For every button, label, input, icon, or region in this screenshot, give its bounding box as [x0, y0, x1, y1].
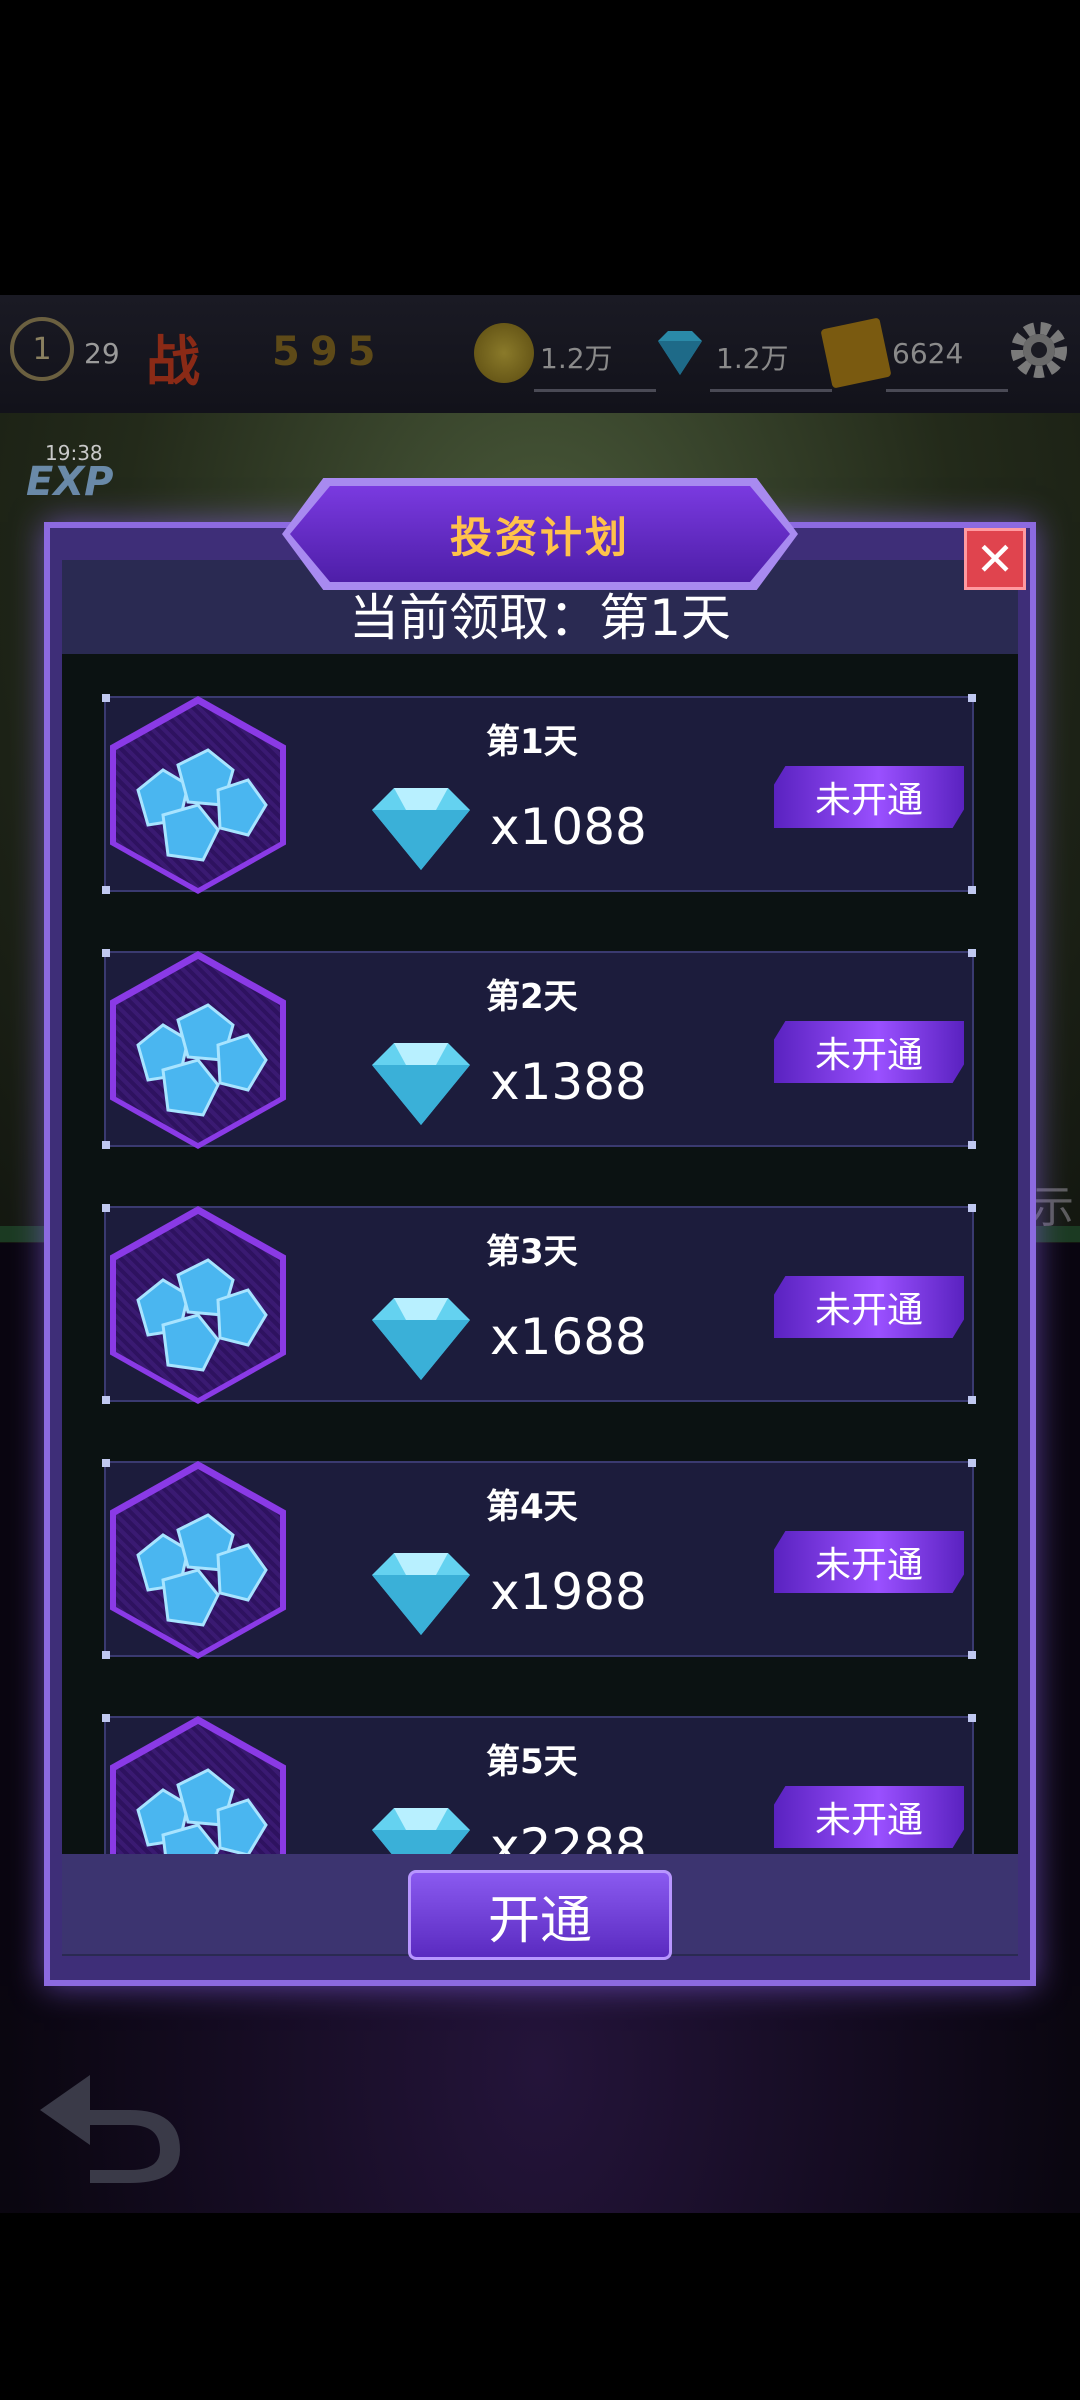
day-label: 第5天 [486, 1742, 578, 1782]
reward-amount: x1088 [490, 798, 647, 856]
diamond-icon [372, 1553, 470, 1635]
gem-pile-icon [136, 748, 268, 862]
back-arrow-icon[interactable] [30, 2055, 190, 2185]
current-claim-label: 当前领取：第1天 [349, 589, 731, 647]
exp-icon[interactable]: EXP [26, 459, 113, 505]
cash-icon [820, 317, 892, 389]
reward-card: 第3天 x1688 未开通 [102, 1204, 976, 1404]
diamond-icon [372, 1043, 470, 1125]
corner-dot [102, 1204, 110, 1212]
corner-dot [968, 886, 976, 894]
battle-power-value: 595 [272, 329, 386, 375]
corner-dot [102, 694, 110, 702]
reward-list[interactable]: 第1天 x1088 未开通 第2天 x1388 未开通 第3天 x1688 未开… [62, 654, 1018, 1854]
corner-dot [102, 1714, 110, 1722]
reward-amount: x1988 [490, 1563, 647, 1621]
day-label: 第3天 [486, 1232, 578, 1272]
coin-icon [474, 323, 534, 383]
diamond-icon [658, 331, 702, 375]
corner-dot [102, 1651, 110, 1659]
corner-dot [102, 1141, 110, 1149]
reward-card: 第2天 x1388 未开通 [102, 949, 976, 1149]
reward-card: 第1天 x1088 未开通 [102, 694, 976, 894]
corner-dot [968, 1141, 976, 1149]
day-label: 第1天 [486, 722, 578, 762]
corner-dot [968, 1459, 976, 1467]
corner-dot [102, 886, 110, 894]
gem-pile-icon [136, 1513, 268, 1627]
corner-dot [968, 1204, 976, 1212]
corner-dot [102, 1459, 110, 1467]
corner-dot [102, 1396, 110, 1404]
reward-amount: x1688 [490, 1308, 647, 1366]
corner-dot [968, 1714, 976, 1722]
reward-amount: x2288 [490, 1818, 647, 1854]
diamond-icon [372, 788, 470, 870]
gear-icon[interactable] [1004, 315, 1074, 385]
day-label: 第2天 [486, 977, 578, 1017]
corner-dot [968, 1396, 976, 1404]
gem-pile-icon [136, 1258, 268, 1372]
diamond-icon [372, 1298, 470, 1380]
reward-amount: x1388 [490, 1053, 647, 1111]
corner-dot [102, 949, 110, 957]
corner-dot [968, 1651, 976, 1659]
reward-card: 第5天 x2288 未开通 [102, 1714, 976, 1854]
dialog-title: 投资计划 [449, 512, 630, 562]
coin-value: 1.2万 [540, 342, 613, 375]
reward-card: 第4天 x1988 未开通 [102, 1459, 976, 1659]
open-button[interactable]: 开通 [408, 1870, 672, 1960]
gem-pile-icon [136, 1003, 268, 1117]
corner-dot [968, 949, 976, 957]
level-value: 29 [84, 337, 120, 370]
day-label: 第4天 [486, 1487, 578, 1527]
corner-dot [968, 694, 976, 702]
gem-value: 1.2万 [716, 342, 789, 375]
battle-power-icon: 战 [146, 330, 200, 393]
status-button[interactable]: 未开通 [774, 766, 964, 828]
gem-pile-icon [136, 1768, 268, 1854]
status-button[interactable]: 未开通 [774, 1531, 964, 1593]
status-button[interactable]: 未开通 [774, 1021, 964, 1083]
top-hud: 1 29 战 595 1.2万 1.2万 6624 [0, 295, 1080, 413]
level-badge[interactable]: 1 [10, 317, 74, 381]
diamond-icon [372, 1808, 470, 1854]
status-button[interactable]: 未开通 [774, 1276, 964, 1338]
cash-value: 6624 [892, 337, 964, 370]
status-button[interactable]: 未开通 [774, 1786, 964, 1848]
dialog-title-banner: 投资计划 [290, 486, 790, 582]
